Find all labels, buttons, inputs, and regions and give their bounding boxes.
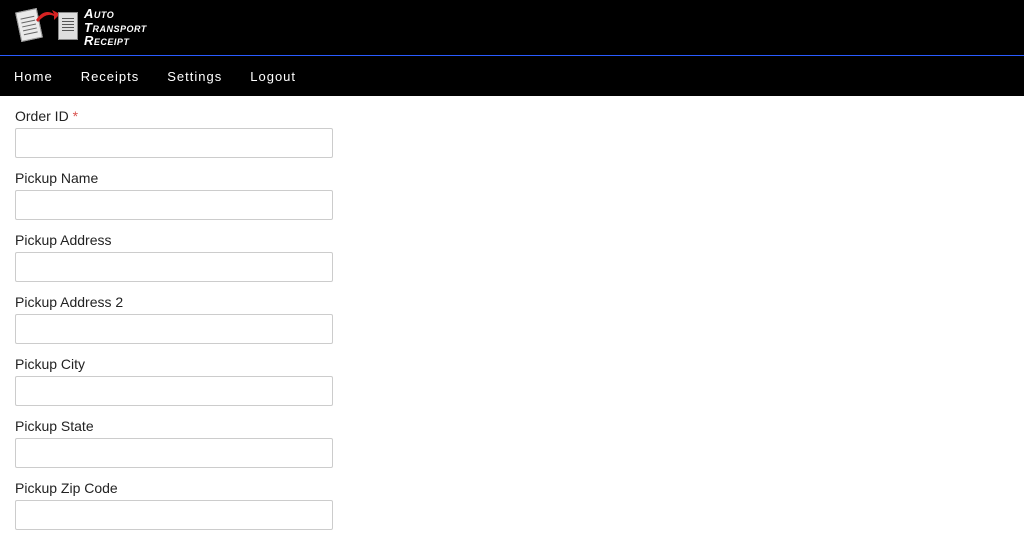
pickup-city-field[interactable]: [15, 376, 333, 406]
nav-receipts[interactable]: Receipts: [67, 56, 154, 96]
main-nav: Home Receipts Settings Logout: [0, 56, 1024, 96]
pickup-zip-field[interactable]: [15, 500, 333, 530]
brand-line2: Transport: [84, 21, 147, 35]
pickup-state-label: Pickup State: [15, 418, 1009, 434]
order-id-label: Order ID *: [15, 108, 1009, 124]
logo-graphic-icon: [18, 8, 78, 46]
brand-text: Auto Transport Receipt: [84, 7, 147, 48]
receipt-form: Order ID * Pickup Name Pickup Address Pi…: [0, 96, 1024, 554]
nav-home[interactable]: Home: [0, 56, 67, 96]
pickup-address-2-label: Pickup Address 2: [15, 294, 1009, 310]
order-id-field[interactable]: [15, 128, 333, 158]
pickup-name-label: Pickup Name: [15, 170, 1009, 186]
required-asterisk: *: [73, 108, 78, 124]
brand-line1: Auto: [84, 7, 147, 21]
pickup-city-label: Pickup City: [15, 356, 1009, 372]
pickup-address-2-field[interactable]: [15, 314, 333, 344]
pickup-address-field[interactable]: [15, 252, 333, 282]
pickup-zip-label: Pickup Zip Code: [15, 480, 1009, 496]
pickup-state-field[interactable]: [15, 438, 333, 468]
pickup-name-field[interactable]: [15, 190, 333, 220]
brand-logo[interactable]: Auto Transport Receipt: [18, 7, 147, 48]
brand-line3: Receipt: [84, 34, 147, 48]
pickup-address-label: Pickup Address: [15, 232, 1009, 248]
nav-settings[interactable]: Settings: [153, 56, 236, 96]
nav-logout[interactable]: Logout: [236, 56, 310, 96]
header-bar: Auto Transport Receipt: [0, 0, 1024, 56]
